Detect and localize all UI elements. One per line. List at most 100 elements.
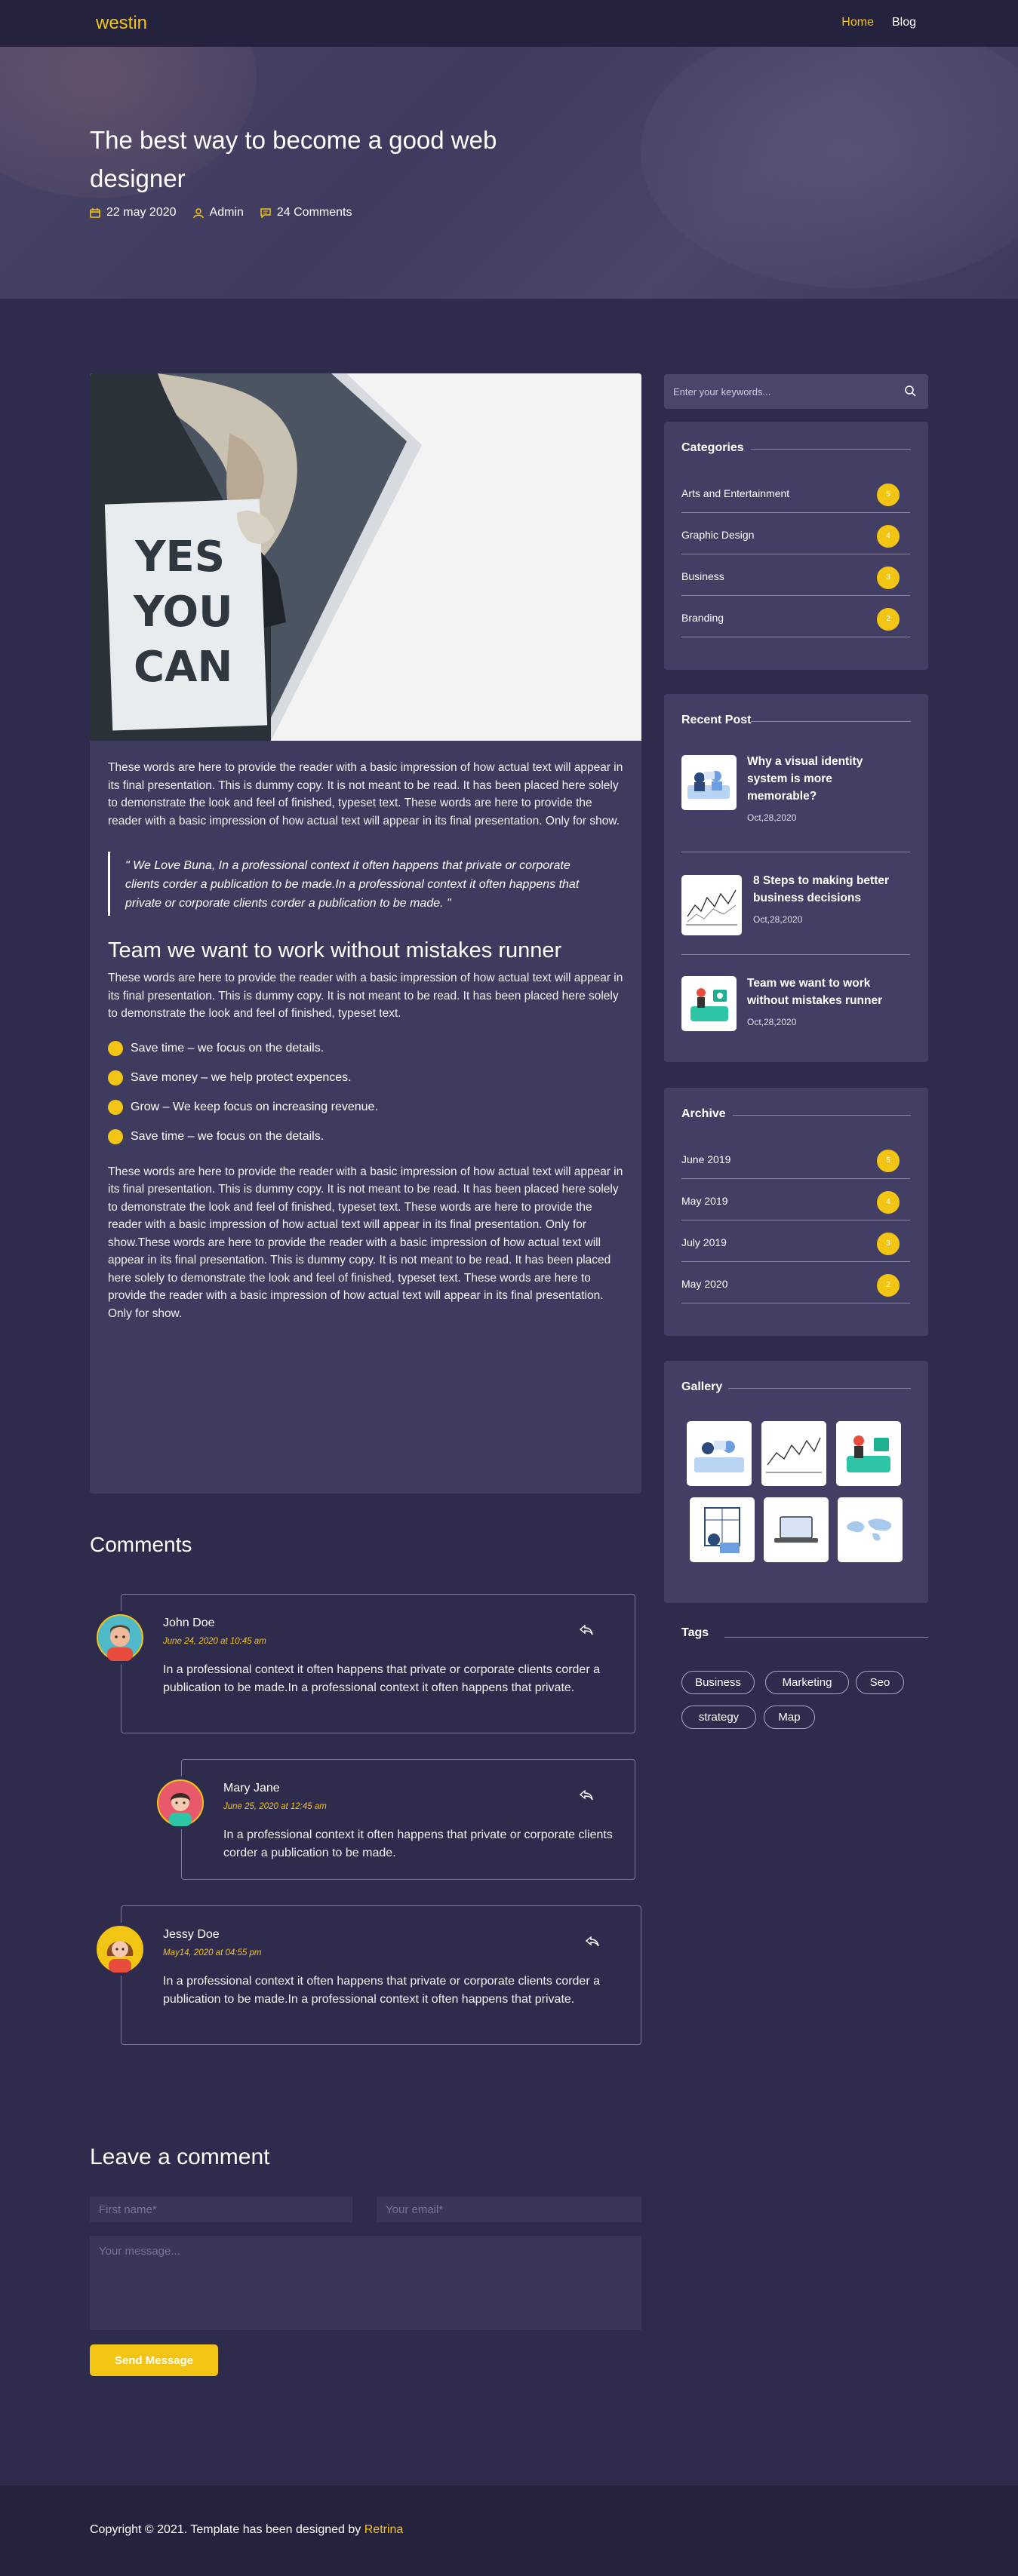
hero-background-decoration (641, 47, 1018, 288)
title-divider (728, 1388, 911, 1389)
reply-icon[interactable] (586, 1936, 599, 1947)
recent-post-item[interactable]: Why a visual identity system is more mem… (681, 755, 910, 831)
count-badge: 2 (877, 608, 900, 631)
tag-seo[interactable]: Seo (856, 1671, 904, 1694)
archive-title: Archive (681, 1107, 726, 1120)
search-icon[interactable] (905, 385, 916, 397)
recent-post-title[interactable]: Team we want to work without mistakes ru… (747, 975, 906, 1009)
post-content-card: YES YOU CAN These words are here to prov… (90, 373, 641, 1494)
office-illustration-icon (704, 1507, 740, 1553)
sidebar-search (664, 374, 928, 409)
archive-item[interactable]: May 2019 4 (681, 1179, 910, 1220)
user-icon (192, 207, 204, 218)
archive-widget: Archive June 2019 5 May 2019 4 July 2019 3 … (664, 1088, 928, 1336)
list-item-text: Save money – we help protect expences. (131, 1070, 352, 1084)
post-blockquote: " We Love Buna, In a professional contex… (108, 852, 606, 916)
recent-post-item[interactable]: 8 Steps to making better business decisi… (681, 872, 910, 935)
archive-label: June 2019 (681, 1153, 731, 1165)
designer-link[interactable]: Retrina (364, 2523, 404, 2536)
comment-author: John Doe (163, 1617, 215, 1629)
count-badge: 5 (877, 484, 900, 506)
post-paragraph: These words are here to provide the read… (108, 1165, 623, 1320)
post-feature-list: Save time – we focus on the details. Sav… (108, 1040, 625, 1144)
title-divider (733, 1115, 911, 1116)
category-item[interactable]: Business 3 (681, 554, 910, 596)
list-item-text: Grow – We keep focus on increasing reven… (131, 1100, 378, 1113)
comment-date: May14, 2020 at 04:55 pm (163, 1948, 262, 1957)
bullet-icon (108, 1128, 123, 1144)
post-intro-paragraph: These words are here to provide the read… (108, 761, 623, 827)
tag-strategy[interactable]: strategy (681, 1706, 756, 1729)
gallery-title: Gallery (681, 1380, 723, 1393)
recent-post-title[interactable]: Why a visual identity system is more mem… (747, 753, 898, 805)
yes-you-can-illustration: YES YOU CAN (90, 373, 641, 741)
archive-item[interactable]: June 2019 5 (681, 1138, 910, 1179)
nav-link-home[interactable]: Home (841, 16, 874, 29)
recent-post-item[interactable]: Team we want to work without mistakes ru… (681, 976, 910, 1033)
comment-card: Jessy Doe May14, 2020 at 04:55 pm In a p… (121, 1905, 641, 2045)
tag-business[interactable]: Business (681, 1671, 755, 1694)
gallery-image[interactable] (836, 1421, 901, 1486)
teamwork-illustration-icon (690, 988, 728, 1021)
archive-label: May 2019 (681, 1195, 728, 1207)
category-item[interactable]: Branding 2 (681, 596, 910, 637)
count-badge: 3 (877, 566, 900, 589)
first-name-field[interactable] (90, 2197, 352, 2222)
category-label: Arts and Entertainment (681, 487, 790, 499)
archive-label: July 2019 (681, 1236, 727, 1248)
post-meta: 22 may 2020 Admin 24 Comments (90, 206, 352, 220)
gallery-image[interactable] (764, 1497, 829, 1562)
list-item: Grow – We keep focus on increasing reven… (108, 1099, 625, 1115)
hero-banner: The best way to become a good web design… (0, 47, 1018, 299)
recent-post-date: Oct,28,2020 (747, 812, 797, 823)
title-divider (751, 721, 911, 722)
avatar (94, 1923, 146, 1976)
comment-card: John Doe June 24, 2020 at 10:45 am In a … (121, 1594, 635, 1733)
female-avatar-icon (97, 1926, 143, 1973)
recent-post-thumbnail (681, 875, 742, 935)
send-message-button[interactable]: Send Message (90, 2344, 218, 2376)
search-input[interactable] (673, 383, 892, 400)
list-item: Save time – we focus on the details. (108, 1128, 625, 1144)
image-text-yes: YES (134, 533, 225, 582)
archive-label: May 2020 (681, 1278, 728, 1290)
gallery-image[interactable] (838, 1497, 903, 1562)
avatar (154, 1776, 207, 1829)
avatar (94, 1611, 146, 1664)
email-field[interactable] (377, 2197, 641, 2222)
archive-item[interactable]: July 2019 3 (681, 1220, 910, 1262)
post-author-text[interactable]: Admin (210, 206, 244, 220)
category-item[interactable]: Arts and Entertainment 5 (681, 471, 910, 513)
comments-title: Comments (90, 1533, 192, 1556)
categories-widget: Categories Arts and Entertainment 5 Graph… (664, 422, 928, 670)
reply-icon[interactable] (580, 1790, 593, 1801)
chart-sketch-icon (686, 889, 737, 926)
recent-post-title[interactable]: 8 Steps to making better business decisi… (753, 872, 910, 907)
message-field[interactable] (90, 2236, 641, 2330)
category-label: Branding (681, 612, 724, 624)
reply-icon[interactable] (580, 1625, 593, 1635)
recent-posts-widget: Recent Post Why a visual identity system… (664, 694, 928, 1062)
bullet-icon (108, 1040, 123, 1056)
nav-link-blog[interactable]: Blog (892, 16, 916, 29)
post-date-text: 22 may 2020 (106, 206, 177, 219)
recent-post-thumbnail (681, 976, 737, 1031)
category-item[interactable]: Graphic Design 4 (681, 513, 910, 554)
post-comments-text[interactable]: 24 Comments (277, 206, 352, 220)
copyright-label: Copyright © 2021. Template has been desi… (90, 2523, 361, 2536)
tag-map[interactable]: Map (764, 1706, 815, 1729)
recent-post-date: Oct,28,2020 (753, 914, 803, 925)
recent-posts-title: Recent Post (681, 714, 752, 726)
site-logo[interactable]: westin (96, 13, 147, 34)
archive-item[interactable]: May 2020 2 (681, 1262, 910, 1303)
gallery-image[interactable] (761, 1421, 826, 1486)
post-author: Admin (192, 206, 244, 220)
gallery-image[interactable] (687, 1421, 752, 1486)
post-comments-count: 24 Comments (260, 206, 352, 220)
leave-comment-title: Leave a comment (90, 2145, 270, 2169)
teamwork-illustration-icon (847, 1435, 890, 1472)
gallery-image[interactable] (690, 1497, 755, 1562)
tag-marketing[interactable]: Marketing (765, 1671, 849, 1694)
comment-icon (260, 207, 271, 218)
recent-post-date: Oct,28,2020 (747, 1017, 797, 1027)
